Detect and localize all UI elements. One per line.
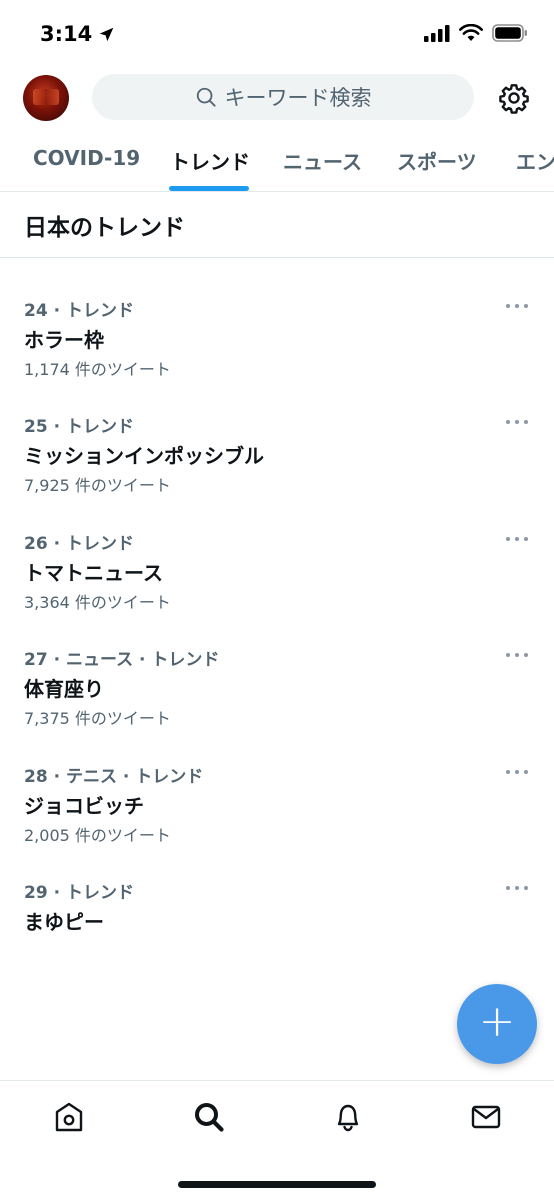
trend-item[interactable]: 28 · テニス · トレンド ジョコビッチ 2,005 件のツイート [0, 724, 554, 845]
section-title: 日本のトレンド [24, 215, 185, 241]
plus-icon: + [478, 996, 516, 1047]
tab-news[interactable]: ニュース [283, 146, 362, 175]
trend-context: 24 · トレンド [24, 301, 134, 321]
more-dots-icon[interactable] [506, 768, 528, 776]
gear-icon[interactable] [498, 82, 530, 114]
tab-trends[interactable]: トレンド [170, 146, 250, 175]
section-header: 日本のトレンド [0, 192, 554, 258]
trend-list: 24 · トレンド ホラー枠 1,174 件のツイート 25 · トレンド ミッ… [0, 258, 554, 1080]
status-time: 3:14 [40, 22, 93, 46]
more-dots-icon[interactable] [506, 535, 528, 543]
tab-covid-19[interactable]: COVID-19 [33, 146, 140, 170]
status-time-group: 3:14 [40, 22, 115, 46]
bell-icon[interactable] [332, 1101, 364, 1133]
trend-item[interactable]: 26 · トレンド トマトニュース 3,364 件のツイート [0, 491, 554, 612]
trend-name: 体育座り [24, 677, 104, 701]
trend-item[interactable]: 27 · ニュース · トレンド 体育座り 7,375 件のツイート [0, 607, 554, 728]
search-input[interactable]: キーワード検索 [92, 74, 474, 120]
more-dots-icon[interactable] [506, 651, 528, 659]
compose-tweet-button[interactable]: + [457, 984, 537, 1064]
trend-context: 26 · トレンド [24, 534, 134, 554]
trend-context: 28 · テニス · トレンド [24, 767, 204, 787]
trend-item[interactable]: 25 · トレンド ミッションインポッシブル 7,925 件のツイート [0, 374, 554, 495]
active-tab-indicator [169, 186, 249, 191]
status-bar: 3:14 [0, 0, 554, 70]
trend-name: トマトニュース [24, 561, 163, 585]
twitter-explore-screen: 3:14 キーワード検索 COVID-19 トレンド ニュース スポーツ エン … [0, 0, 554, 1199]
tab-sports[interactable]: スポーツ [397, 146, 477, 175]
bottom-nav [0, 1080, 554, 1199]
search-icon [196, 87, 216, 107]
search-placeholder: キーワード検索 [224, 86, 372, 110]
mail-icon[interactable] [470, 1101, 502, 1133]
home-indicator [178, 1181, 376, 1188]
trend-name: ジョコビッチ [24, 794, 144, 818]
home-icon[interactable] [53, 1101, 85, 1133]
more-dots-icon[interactable] [506, 302, 528, 310]
trend-name: ミッションインポッシブル [24, 444, 264, 468]
tab-entertainment[interactable]: エン [516, 146, 554, 175]
profile-avatar[interactable] [23, 75, 69, 121]
more-dots-icon[interactable] [506, 418, 528, 426]
battery-icon [492, 24, 527, 42]
explore-search-icon[interactable] [193, 1101, 225, 1133]
trend-item[interactable]: 29 · トレンド まゆピー [0, 840, 554, 956]
trend-item[interactable]: 24 · トレンド ホラー枠 1,174 件のツイート [0, 258, 554, 379]
header: キーワード検索 [0, 70, 554, 126]
more-dots-icon[interactable] [506, 884, 528, 892]
trend-name: まゆピー [24, 910, 104, 934]
status-icons [424, 24, 528, 42]
location-arrow-icon [99, 27, 114, 41]
explore-tabs: COVID-19 トレンド ニュース スポーツ エン [0, 132, 554, 192]
cellular-signal-icon [424, 24, 450, 42]
trend-context: 27 · ニュース · トレンド [24, 650, 220, 670]
trend-context: 25 · トレンド [24, 417, 134, 437]
trend-context: 29 · トレンド [24, 883, 134, 903]
trend-name: ホラー枠 [24, 328, 104, 352]
wifi-icon [459, 24, 483, 41]
